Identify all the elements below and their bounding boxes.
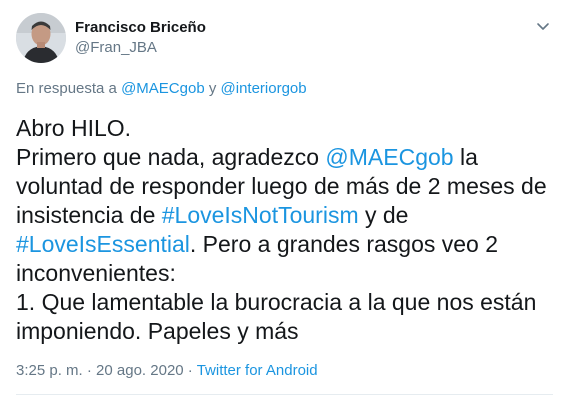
tweet-text-segment: la xyxy=(453,144,478,170)
tweet-line: Primero que nada, agradezco @MAECgob la xyxy=(16,143,556,172)
meta-separator: · xyxy=(183,362,197,379)
tweet-time[interactable]: 3:25 p. m. xyxy=(16,362,83,379)
tweet-date[interactable]: 20 ago. 2020 xyxy=(96,362,184,379)
tweet-line: imponiendo. Papeles y más xyxy=(16,318,299,344)
tweet-text-segment: insistencia de xyxy=(16,202,162,228)
hashtag-loveisessential[interactable]: #LoveIsEssential xyxy=(16,231,190,257)
author-names: Francisco Briceño @Fran_JBA xyxy=(75,18,206,57)
reply-context: En respuesta a @MAECgob y @interiorgob xyxy=(16,79,307,98)
tweet-text-segment: . Pero a grandes rasgos veo 2 xyxy=(189,231,499,257)
reply-conjunction: y xyxy=(204,80,221,97)
tweet-header: Francisco Briceño @Fran_JBA xyxy=(16,10,553,63)
meta-separator: · xyxy=(82,362,97,379)
tweet-line: voluntad de responder luego de más de 2 … xyxy=(16,173,547,199)
mention-maecgob-body[interactable]: @MAECgob xyxy=(325,144,453,170)
hashtag-loveisnottourism[interactable]: #LoveIsNotTourism xyxy=(162,202,359,228)
divider xyxy=(16,394,553,395)
tweet-line: 1. Que lamentable la burocracia a la que… xyxy=(16,289,537,315)
tweet-text-segment: y de xyxy=(358,202,409,228)
mention-maecgob[interactable]: @MAECgob xyxy=(121,80,205,97)
author-display-name[interactable]: Francisco Briceño xyxy=(75,18,206,37)
tweet-line: inconvenientes: xyxy=(16,260,176,286)
tweet-text: Abro HILO. Primero que nada, agradezco @… xyxy=(16,114,556,346)
tweet-line: #LoveIsEssential. Pero a grandes rasgos … xyxy=(16,230,556,259)
chevron-down-icon[interactable] xyxy=(533,16,553,36)
reply-prefix: En respuesta a xyxy=(16,80,122,97)
author-handle[interactable]: @Fran_JBA xyxy=(75,38,206,57)
tweet-line: Abro HILO. xyxy=(16,115,132,141)
tweet-line: insistencia de #LoveIsNotTourism y de xyxy=(16,201,556,230)
tweet-meta: 3:25 p. m. · 20 ago. 2020 · Twitter for … xyxy=(16,361,318,380)
avatar[interactable] xyxy=(16,13,66,63)
tweet-source[interactable]: Twitter for Android xyxy=(197,362,318,379)
avatar-photo xyxy=(16,13,66,63)
tweet-text-segment: Primero que nada, agradezco xyxy=(16,144,326,170)
mention-interiorgob[interactable]: @interiorgob xyxy=(221,80,307,97)
tweet: Francisco Briceño @Fran_JBA En respuesta… xyxy=(0,0,569,408)
